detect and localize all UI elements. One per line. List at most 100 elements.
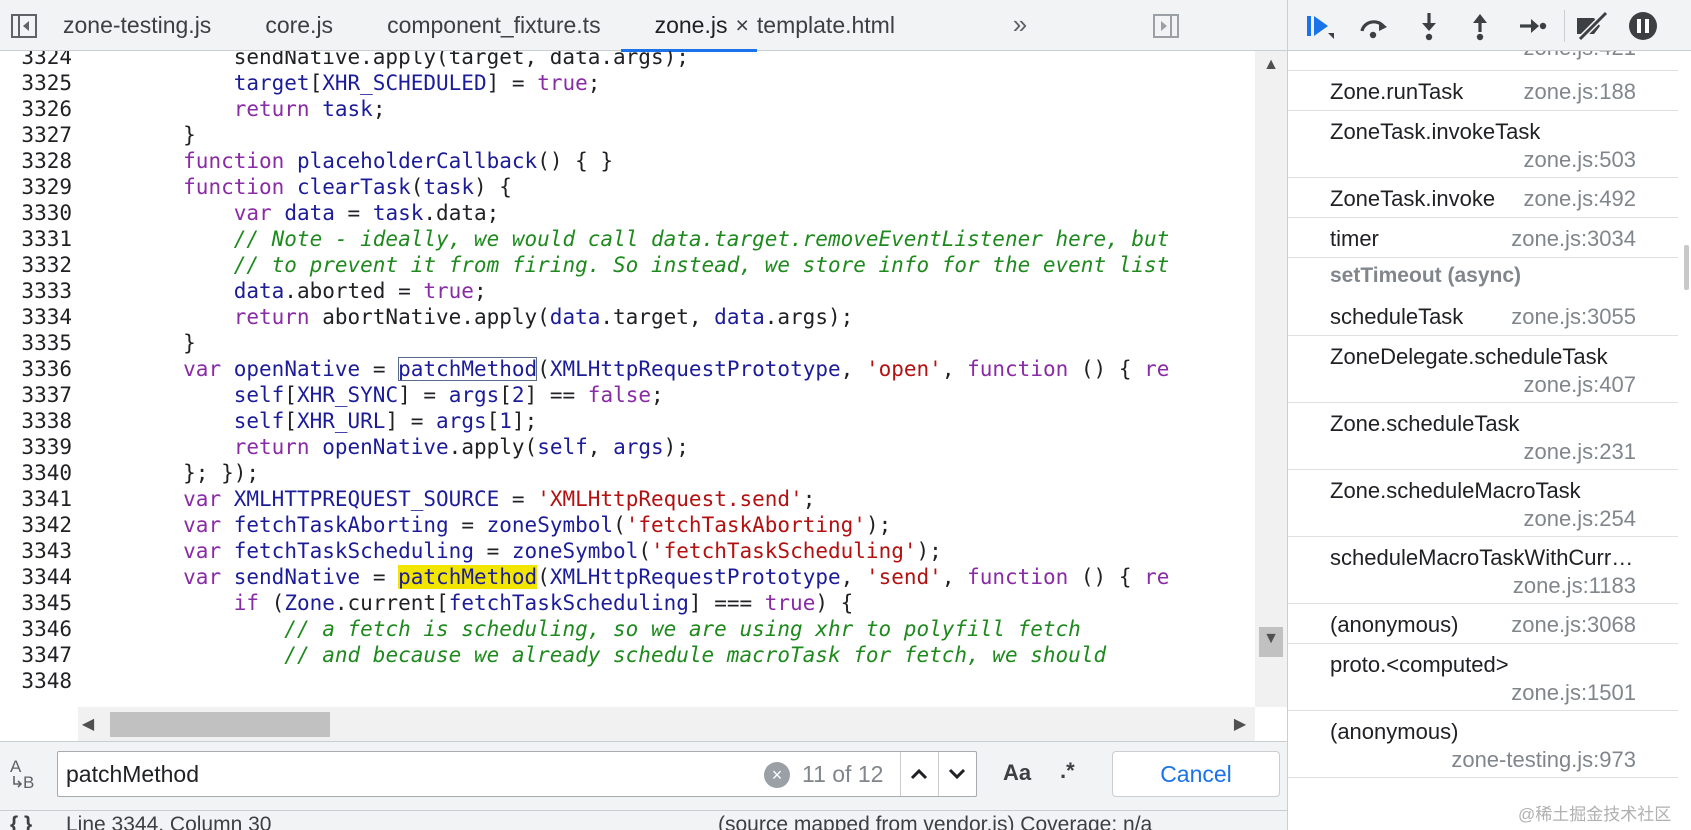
code-token: var bbox=[183, 539, 222, 563]
editor-horizontal-scrollbar[interactable]: ◀ ▶ bbox=[78, 707, 1255, 741]
pretty-print-button[interactable]: { } bbox=[10, 813, 32, 830]
pause-on-exceptions-button[interactable] bbox=[1623, 8, 1663, 44]
call-frame[interactable]: (anonymous) zone.js:3068 bbox=[1288, 604, 1678, 644]
call-frame[interactable]: Zone.scheduleMacroTask zone.js:254 bbox=[1288, 470, 1678, 537]
previous-match-button[interactable] bbox=[900, 752, 936, 796]
call-frame[interactable]: scheduleMacroTaskWithCurre... zone.js:118… bbox=[1288, 537, 1678, 604]
line-number[interactable]: 3331 bbox=[0, 225, 72, 253]
line-number[interactable]: 3339 bbox=[0, 433, 72, 461]
toggle-debugger-icon[interactable] bbox=[1152, 13, 1180, 39]
tab-core-js[interactable]: core.js bbox=[231, 0, 353, 51]
line-number[interactable]: 3333 bbox=[0, 277, 72, 305]
sidebar-scroll-thumb[interactable] bbox=[1684, 245, 1689, 290]
line-number[interactable]: 3337 bbox=[0, 381, 72, 409]
frame-source-link[interactable]: zone.js:492 bbox=[1523, 186, 1636, 212]
line-number[interactable]: 3348 bbox=[0, 667, 72, 695]
scroll-up-icon[interactable]: ▲ bbox=[1255, 51, 1287, 79]
frame-source-link[interactable]: zone.js:188 bbox=[1523, 79, 1636, 105]
search-field[interactable]: × 11 of 12 bbox=[57, 751, 977, 797]
call-frame[interactable]: scheduleTask zone.js:3055 bbox=[1288, 296, 1678, 336]
close-tab-icon[interactable]: × bbox=[735, 12, 748, 39]
line-number[interactable]: 3344 bbox=[0, 563, 72, 591]
line-number[interactable]: 3330 bbox=[0, 199, 72, 227]
line-number[interactable]: 3335 bbox=[0, 329, 72, 357]
code-token: ( bbox=[638, 539, 651, 563]
frame-source-link[interactable]: zone.js:3055 bbox=[1511, 304, 1636, 330]
replace-toggle-icon[interactable]: AB bbox=[10, 756, 50, 796]
frame-source-link[interactable]: zone.js:3034 bbox=[1511, 226, 1636, 252]
line-number[interactable]: 3328 bbox=[0, 147, 72, 175]
line-number[interactable]: 3347 bbox=[0, 641, 72, 669]
line-number[interactable]: 3341 bbox=[0, 485, 72, 513]
code-token: ( bbox=[613, 513, 626, 537]
step-over-button[interactable] bbox=[1354, 8, 1394, 44]
line-number[interactable]: 3327 bbox=[0, 121, 72, 149]
toggle-navigator-icon[interactable] bbox=[10, 13, 38, 39]
scroll-left-icon[interactable]: ◀ bbox=[78, 710, 98, 738]
scroll-down-icon[interactable]: ▼ bbox=[1255, 625, 1287, 653]
line-number[interactable]: 3336 bbox=[0, 355, 72, 383]
code-token: var bbox=[183, 565, 222, 589]
frame-source-link[interactable]: zone.js:503 bbox=[1523, 147, 1636, 173]
next-match-button[interactable] bbox=[938, 752, 974, 796]
regex-button[interactable]: .* bbox=[1060, 758, 1075, 784]
frame-source-link[interactable]: zone.js:421 bbox=[1523, 51, 1636, 61]
horizontal-scroll-thumb[interactable] bbox=[110, 712, 330, 737]
line-number[interactable]: 3346 bbox=[0, 615, 72, 643]
step-out-button[interactable] bbox=[1460, 8, 1500, 44]
code-token: }; }); bbox=[82, 461, 260, 485]
line-number[interactable]: 3332 bbox=[0, 251, 72, 279]
line-number[interactable]: 3324 bbox=[0, 51, 72, 71]
call-frame[interactable]: Zone.scheduleTask zone.js:231 bbox=[1288, 403, 1678, 470]
line-number[interactable]: 3342 bbox=[0, 511, 72, 539]
clear-search-icon[interactable]: × bbox=[764, 762, 790, 788]
call-frame[interactable]: ZoneTask.invoke zone.js:492 bbox=[1288, 178, 1678, 218]
call-frame[interactable]: zone.js:421 bbox=[1288, 51, 1678, 71]
frame-source-link[interactable]: zone.js:1501 bbox=[1511, 680, 1636, 706]
resume-button[interactable] bbox=[1300, 8, 1340, 44]
cancel-search-button[interactable]: Cancel bbox=[1112, 751, 1280, 797]
line-number[interactable]: 3338 bbox=[0, 407, 72, 435]
frame-source-link[interactable]: zone.js:1183 bbox=[1513, 573, 1636, 599]
frame-function-name: ZoneTask.invokeTask bbox=[1330, 119, 1541, 144]
code-token: false bbox=[587, 383, 652, 407]
call-frame[interactable]: (anonymous) zone-testing.js:973 bbox=[1288, 711, 1678, 778]
line-number[interactable]: 3326 bbox=[0, 95, 72, 123]
frame-function-name: scheduleTask bbox=[1330, 304, 1464, 329]
frame-source-link[interactable]: zone-testing.js:973 bbox=[1451, 747, 1636, 773]
match-case-button[interactable]: Aa bbox=[1003, 760, 1031, 786]
frame-source-link[interactable]: zone.js:231 bbox=[1523, 439, 1636, 465]
line-number[interactable]: 3340 bbox=[0, 459, 72, 487]
line-number[interactable]: 3325 bbox=[0, 69, 72, 97]
frame-function-name: proto.<computed> bbox=[1330, 652, 1509, 677]
step-button[interactable] bbox=[1512, 8, 1552, 44]
line-number[interactable]: 3329 bbox=[0, 173, 72, 201]
call-frame[interactable]: ZoneTask.invokeTask zone.js:503 bbox=[1288, 111, 1678, 178]
more-tabs-icon[interactable]: » bbox=[1005, 10, 1035, 40]
line-number[interactable]: 3345 bbox=[0, 589, 72, 617]
code-editor[interactable]: 3324 sendNative.apply(target, data.args)… bbox=[0, 51, 1255, 707]
search-input[interactable] bbox=[66, 752, 746, 796]
sidebar-scrollbar[interactable] bbox=[1678, 51, 1691, 830]
step-into-button[interactable] bbox=[1409, 8, 1449, 44]
call-frame[interactable]: ZoneDelegate.scheduleTask zone.js:407 bbox=[1288, 336, 1678, 403]
frame-source-link[interactable]: zone.js:254 bbox=[1523, 506, 1636, 532]
code-text: // to prevent it from firing. So instead… bbox=[82, 251, 1170, 279]
call-frame[interactable]: timer zone.js:3034 bbox=[1288, 218, 1678, 258]
tab-zone-testing-js[interactable]: zone-testing.js bbox=[48, 0, 231, 51]
code-token: function bbox=[183, 149, 285, 173]
line-number[interactable]: 3343 bbox=[0, 537, 72, 565]
call-frame[interactable]: Zone.runTask zone.js:188 bbox=[1288, 71, 1678, 111]
code-token: self bbox=[233, 383, 285, 407]
tab-zone-js[interactable]: zone.js × bbox=[620, 0, 758, 52]
frame-source-link[interactable]: zone.js:407 bbox=[1523, 372, 1636, 398]
call-frame[interactable]: proto.<computed> zone.js:1501 bbox=[1288, 644, 1678, 711]
deactivate-breakpoints-button[interactable] bbox=[1572, 8, 1612, 44]
frame-source-link[interactable]: zone.js:3068 bbox=[1511, 612, 1636, 638]
tab-component-fixture-ts[interactable]: component_fixture.ts bbox=[353, 0, 621, 51]
editor-vertical-scrollbar[interactable]: ▲ ▼ bbox=[1255, 51, 1287, 707]
line-number[interactable]: 3334 bbox=[0, 303, 72, 331]
scroll-right-icon[interactable]: ▶ bbox=[1230, 710, 1250, 738]
tab-template-html[interactable]: template.html bbox=[757, 0, 915, 51]
code-token: .aborted = bbox=[284, 279, 424, 303]
